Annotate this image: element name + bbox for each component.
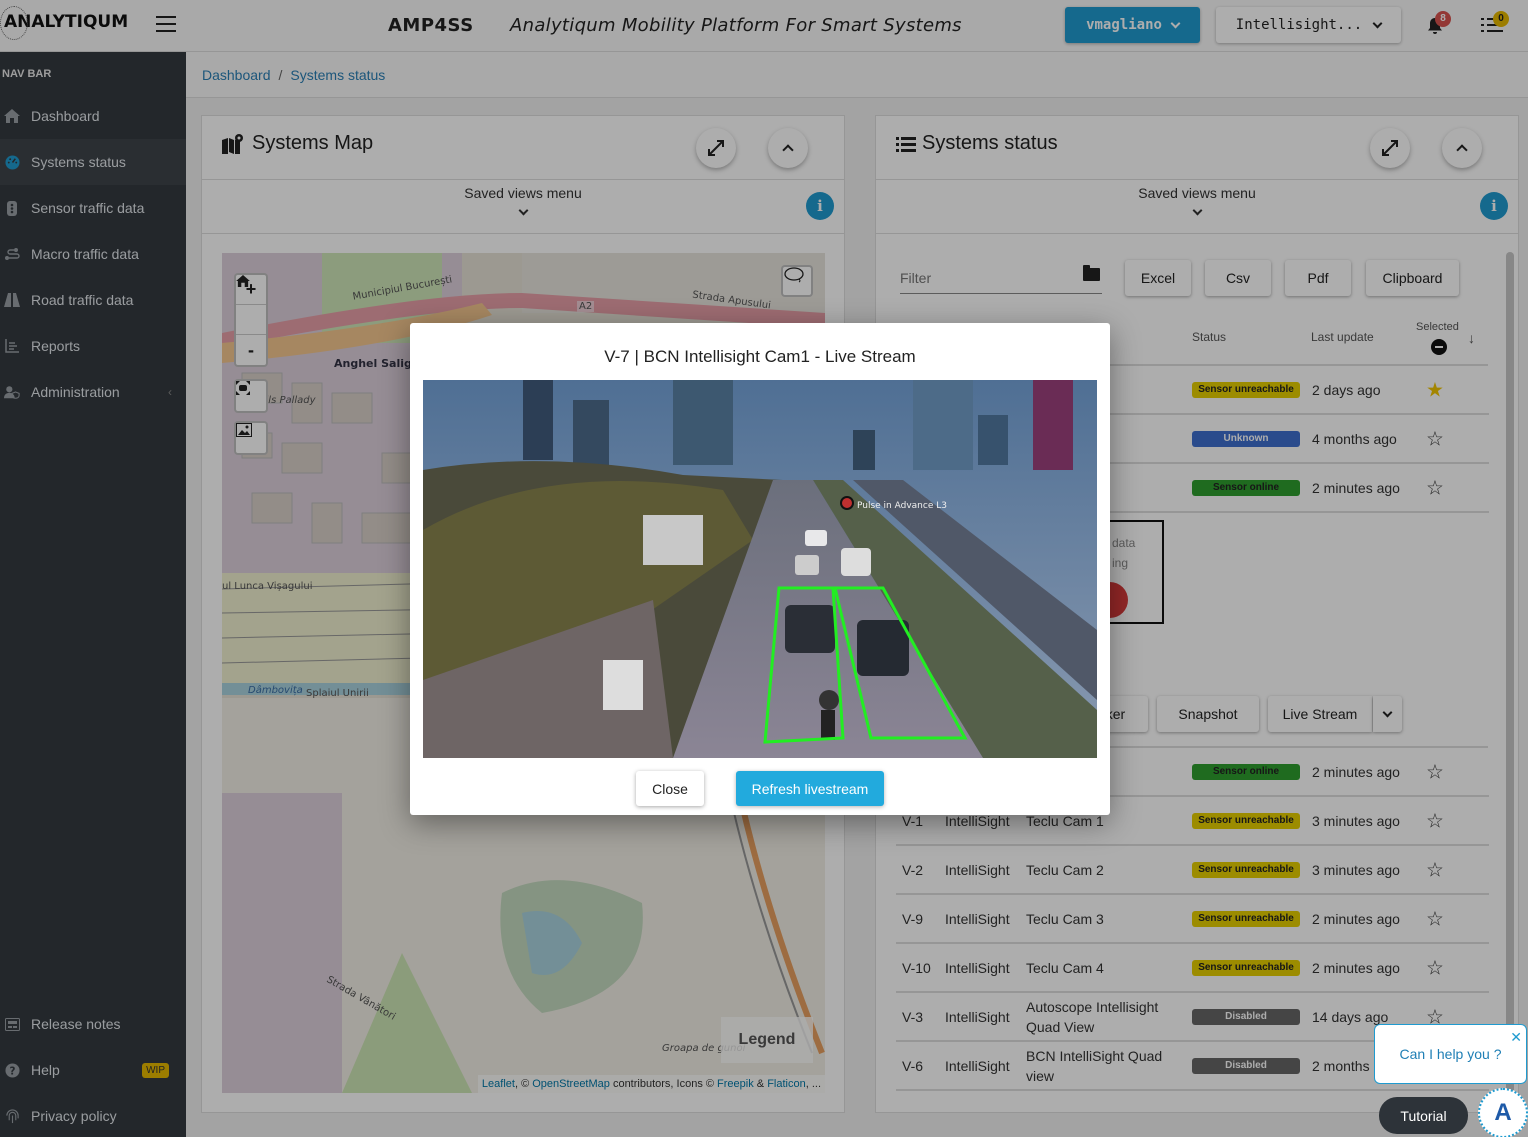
help-bubble-text: Can I help you ?	[1399, 1046, 1502, 1062]
refresh-livestream-button[interactable]: Refresh livestream	[736, 771, 884, 806]
close-icon[interactable]: ✕	[1510, 1029, 1522, 1046]
detection-zone-label: Pulse in Advance L3	[857, 501, 947, 511]
assistant-avatar[interactable]: A	[1478, 1088, 1528, 1137]
help-bubble[interactable]: Can I help you ? ✕	[1374, 1024, 1527, 1084]
camera-frame	[423, 380, 1097, 758]
close-button[interactable]: Close	[636, 771, 704, 806]
live-stream-dialog: V-7 | BCN Intellisight Cam1 - Live Strea…	[410, 323, 1110, 815]
dialog-title: V-7 | BCN Intellisight Cam1 - Live Strea…	[604, 347, 916, 366]
tutorial-button[interactable]: Tutorial	[1379, 1097, 1468, 1134]
live-stream-video: Pulse in Advance L3	[423, 380, 1097, 758]
